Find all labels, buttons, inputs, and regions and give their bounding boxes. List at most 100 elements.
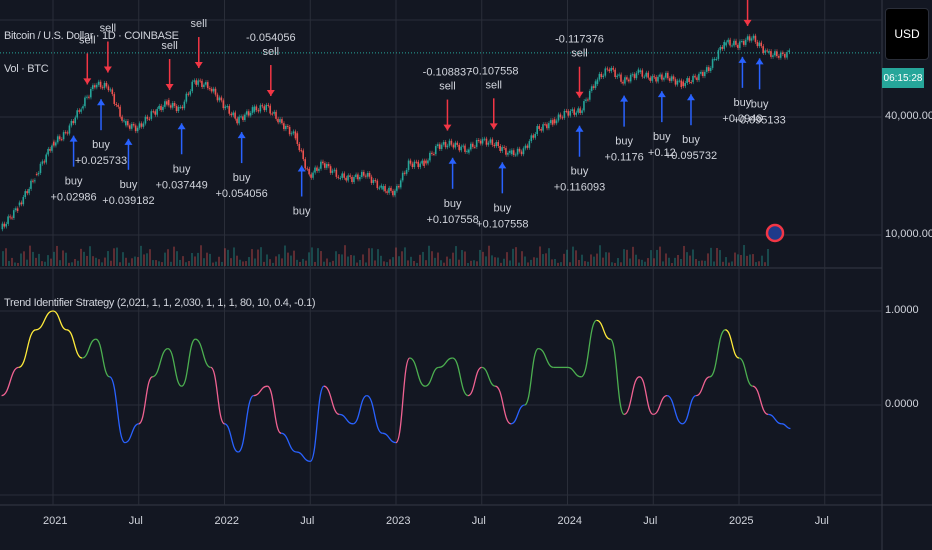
- indicator-title[interactable]: Trend Identifier Strategy (2,021, 1, 1, …: [4, 297, 316, 309]
- volume-bar: [452, 252, 454, 266]
- candle: [727, 39, 729, 43]
- candle: [351, 176, 353, 183]
- oscillator-segment: [309, 385, 325, 463]
- volume-bar: [347, 256, 349, 266]
- candle: [698, 73, 700, 81]
- candle: [442, 142, 445, 145]
- buy-label: buy: [751, 98, 769, 110]
- buy-label: buy: [120, 179, 138, 191]
- symbol-title[interactable]: Bitcoin / U.S. Dollar · 1D · COINBASE: [4, 30, 179, 42]
- candle: [723, 41, 725, 49]
- sell-arrow-icon: [266, 90, 275, 97]
- volume-bar: [206, 252, 208, 266]
- volume-bar: [8, 260, 10, 266]
- candle: [341, 173, 343, 178]
- candle: [542, 124, 544, 131]
- volume-bar: [743, 245, 745, 266]
- candle: [649, 77, 651, 81]
- volume-bar: [329, 262, 331, 266]
- volume-bar: [632, 246, 634, 266]
- oscillator-segment: [580, 319, 598, 378]
- candle: [729, 39, 731, 46]
- chart-canvas[interactable]: buy +0.02986 buy +0.025733 sell sell buy +0.039…: [0, 0, 932, 550]
- candle: [659, 74, 661, 77]
- volume-bar: [14, 262, 16, 266]
- candle: [314, 167, 316, 173]
- candle: [522, 148, 525, 155]
- candle: [316, 167, 318, 171]
- volume-bar: [560, 262, 562, 266]
- candle: [746, 36, 749, 40]
- candle: [138, 123, 141, 128]
- candle: [737, 44, 739, 48]
- oscillator-segment: [253, 385, 268, 397]
- buy-value: +0.095732: [665, 150, 717, 162]
- volume-bar: [683, 245, 685, 266]
- candle: [203, 84, 205, 88]
- volume-bar: [620, 262, 622, 266]
- sell-arrow-icon: [83, 78, 92, 85]
- candle: [415, 161, 418, 163]
- oscillator-segment: [280, 432, 297, 453]
- oscillator-segment: [682, 394, 697, 425]
- candle: [220, 97, 223, 101]
- buy-label: buy: [293, 205, 311, 217]
- currency-button[interactable]: USD: [885, 8, 929, 60]
- candle: [226, 106, 229, 108]
- volume-bar: [728, 262, 730, 266]
- volume-bar: [446, 256, 448, 266]
- volume-bar: [533, 257, 535, 266]
- candle: [493, 144, 496, 147]
- volume-bar: [572, 246, 574, 266]
- volume-bar: [593, 256, 595, 266]
- candle: [616, 75, 618, 78]
- volume-bar: [716, 247, 718, 266]
- volume-bar: [62, 250, 64, 266]
- oscillator-segment: [596, 319, 611, 340]
- candle: [327, 164, 330, 167]
- price-tick: 10,000.00: [885, 228, 932, 240]
- candle: [255, 106, 258, 111]
- volume-bar: [17, 262, 19, 266]
- oscillator-segment: [323, 385, 340, 416]
- candle: [234, 112, 236, 119]
- candle: [320, 161, 322, 169]
- volume-bar: [332, 260, 334, 266]
- volume-legend[interactable]: Vol · BTC: [4, 63, 49, 75]
- candle: [672, 76, 675, 80]
- candle: [335, 169, 338, 177]
- volume-bar: [587, 261, 589, 266]
- candle: [91, 85, 94, 90]
- candle: [388, 187, 390, 193]
- oscillator-segment: [95, 338, 110, 378]
- volume-bar: [5, 248, 7, 266]
- candle: [396, 186, 398, 191]
- candle: [438, 144, 441, 149]
- oscillator-segment: [481, 366, 496, 387]
- candle: [477, 140, 480, 142]
- candle: [585, 99, 587, 102]
- candle: [399, 180, 402, 188]
- buy-arrow-icon: [620, 95, 629, 102]
- candle: [300, 150, 303, 152]
- candle: [173, 102, 176, 106]
- volume-bar: [755, 262, 757, 266]
- candle: [655, 77, 657, 82]
- volume-bar: [242, 261, 244, 266]
- volume-bar: [305, 260, 307, 266]
- candle: [602, 75, 605, 78]
- time-tick: Jul: [128, 515, 143, 527]
- candle: [164, 101, 166, 107]
- candle: [284, 125, 287, 130]
- candle: [448, 140, 451, 146]
- volume-bar: [722, 261, 724, 266]
- candle: [245, 111, 248, 115]
- candle: [165, 101, 168, 105]
- volume-bar: [119, 262, 121, 266]
- candle: [376, 180, 379, 189]
- candle: [253, 106, 256, 112]
- volume-bar: [212, 262, 214, 266]
- volume-bar: [491, 255, 493, 266]
- candle: [600, 73, 603, 78]
- candle: [214, 88, 217, 95]
